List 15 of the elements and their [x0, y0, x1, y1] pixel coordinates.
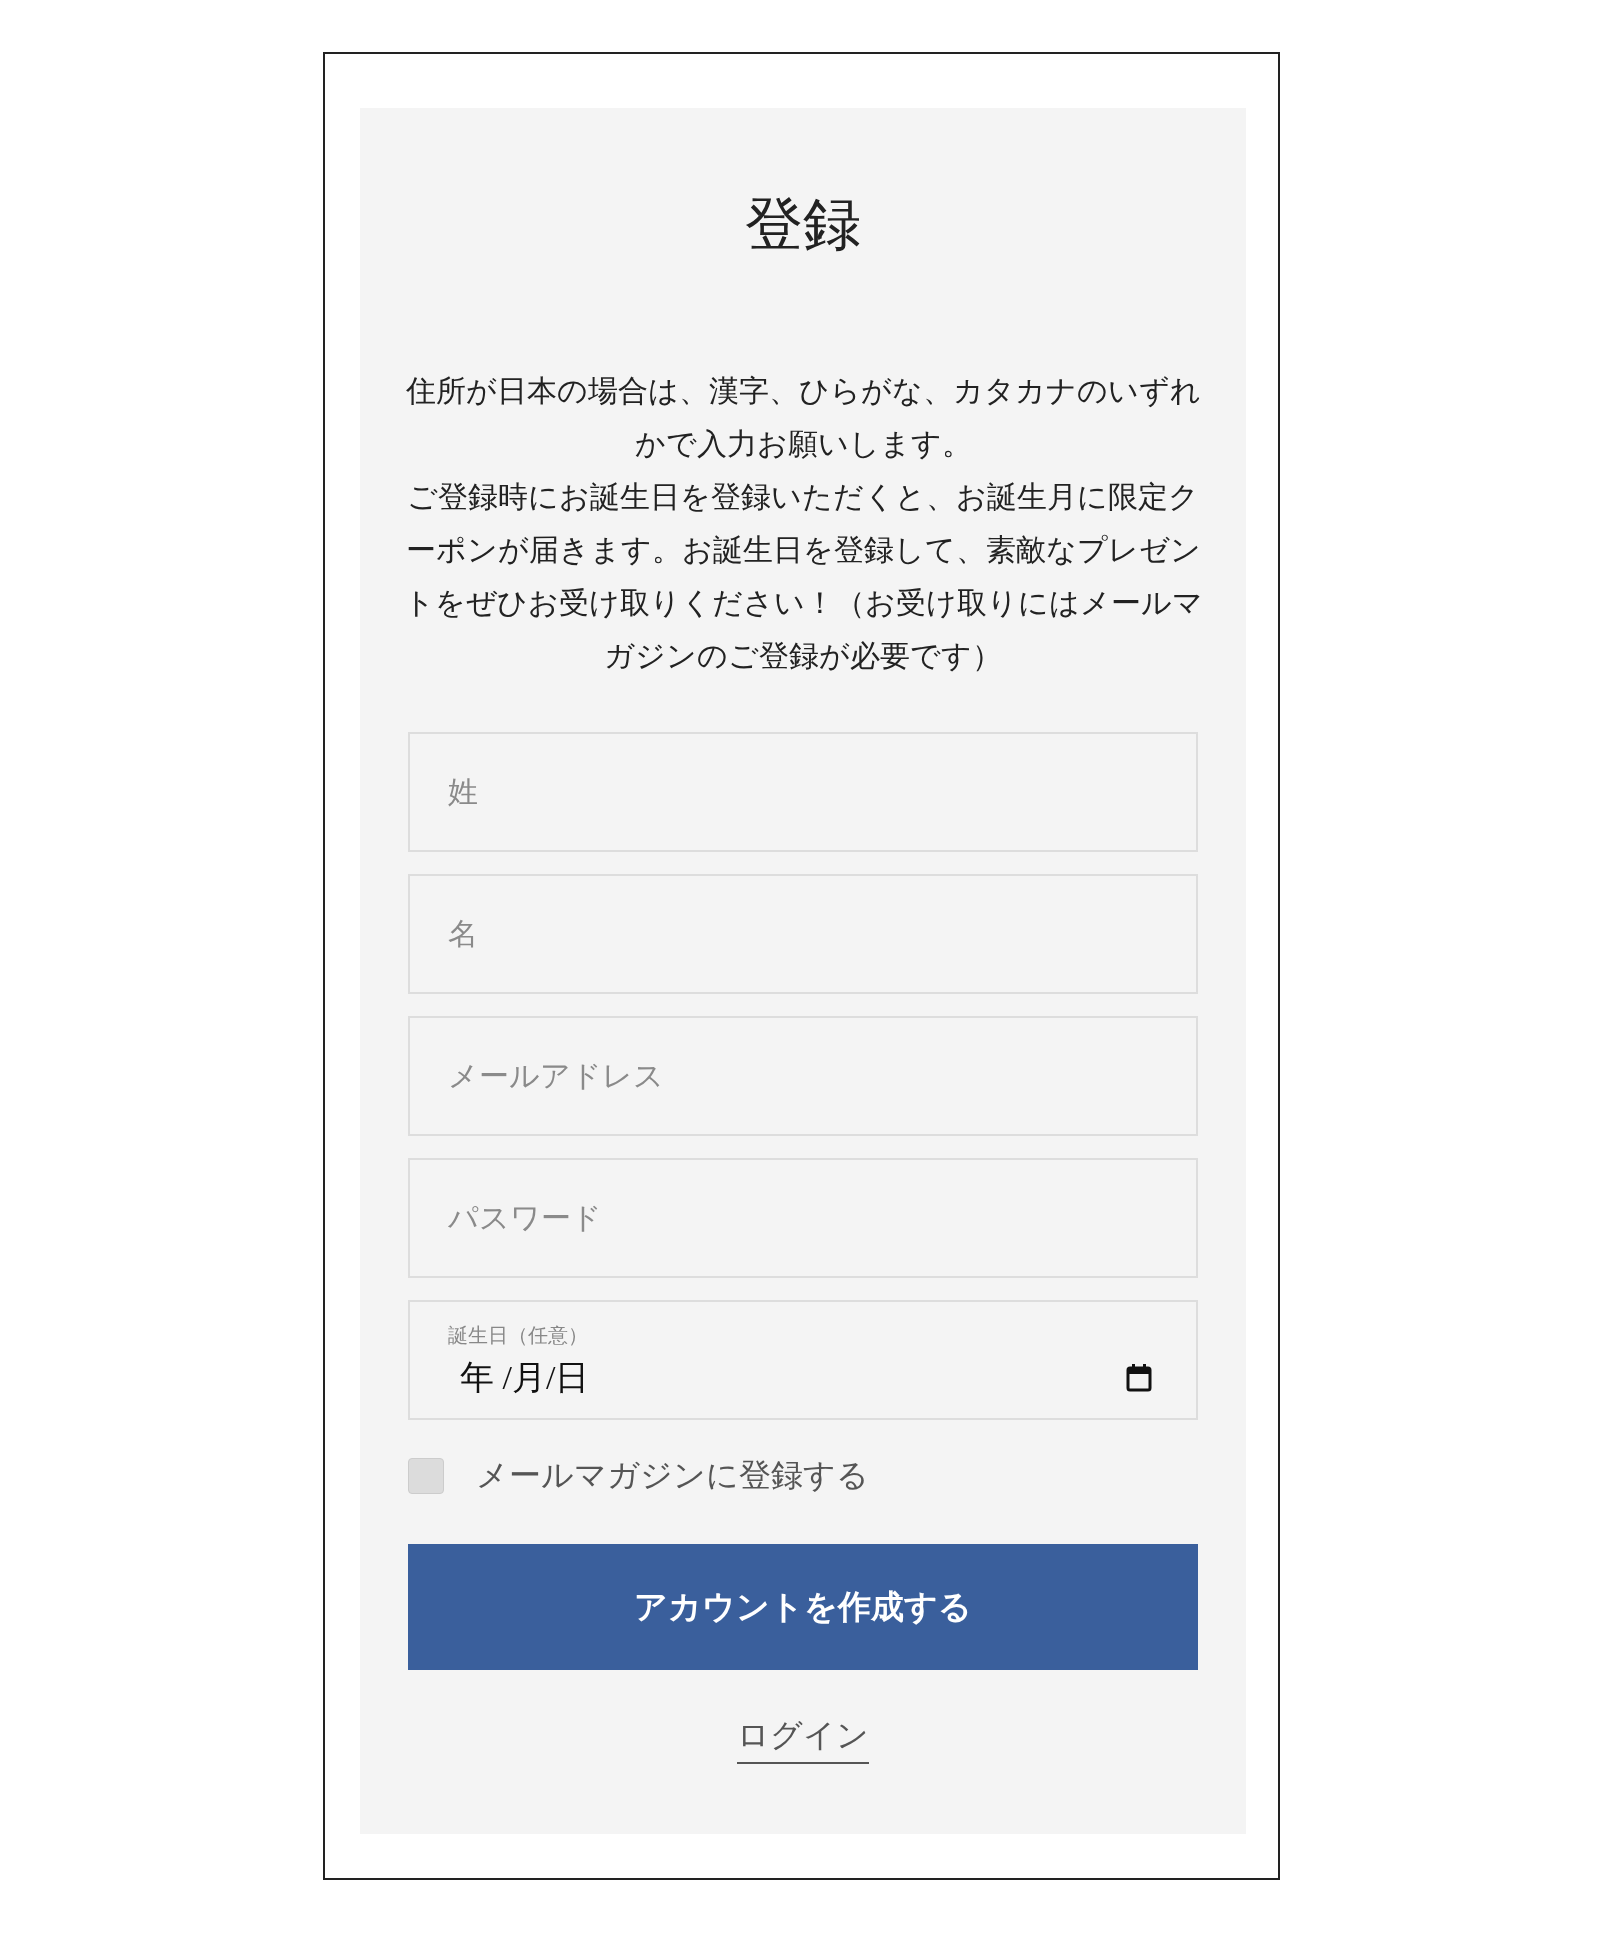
text-field[interactable]: 名 [408, 874, 1198, 994]
create-account-button[interactable]: アカウントを作成する [408, 1544, 1198, 1670]
page-title: 登録 [745, 196, 861, 254]
checkbox[interactable] [408, 1458, 444, 1494]
field-label: 誕生日（任意） [448, 1323, 588, 1348]
date-value: 年 /月/日 [460, 1358, 590, 1398]
calendar-icon[interactable] [1126, 1364, 1152, 1392]
description-paragraph: 住所が日本の場合は、漢字、ひらがな、カタカナのいずれかで入力お願いします。 [404, 373, 1202, 462]
text-field[interactable]: 姓 [408, 732, 1198, 852]
description-paragraph: ご登録時にお誕生日を登録いただくと、お誕生月に限定クーポンが届きます。お誕生日を登録して、素敵なプレゼントをぜひお受け取りください！（お受け取りにはメールマガジンのご登録が必要です） [403, 479, 1203, 674]
text-field[interactable]: メールアドレス [408, 1016, 1198, 1136]
login-link[interactable]: ログイン [737, 1714, 869, 1764]
checkbox-label[interactable]: メールマガジンに登録する [476, 1454, 869, 1498]
text-field[interactable]: パスワード [408, 1158, 1198, 1278]
date-field[interactable]: 誕生日（任意） 年 /月/日 [408, 1300, 1198, 1420]
